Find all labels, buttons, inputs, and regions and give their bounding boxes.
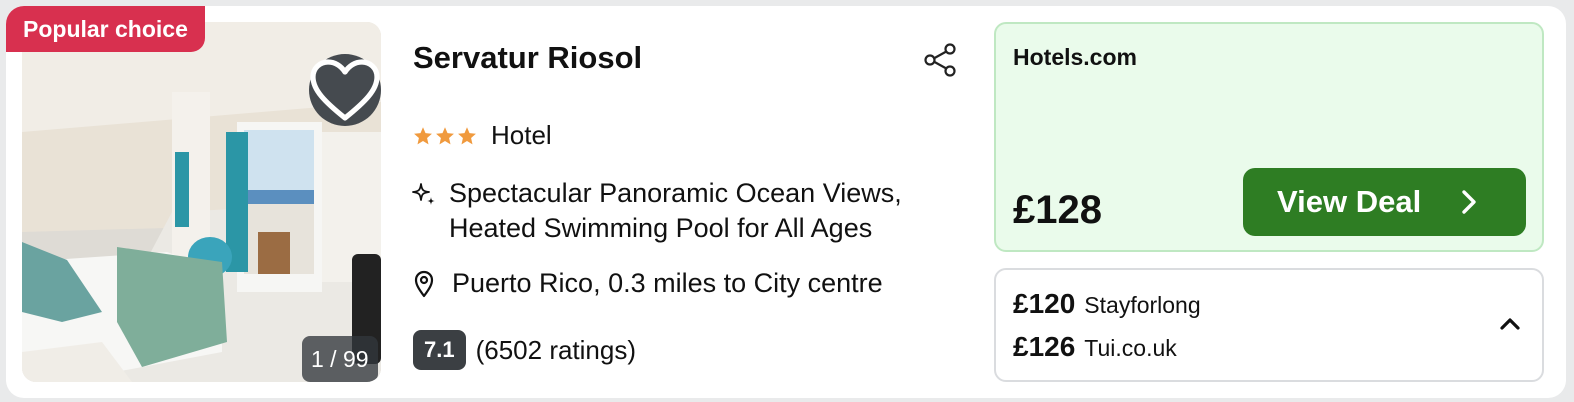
other-deal-provider: Tui.co.uk [1084,335,1177,361]
chevron-up-icon [1500,318,1520,330]
view-deal-button[interactable]: View Deal [1243,168,1526,236]
deal-provider: Hotels.com [1013,44,1137,70]
share-button[interactable] [922,42,958,78]
star-rating-row: Hotel [413,120,552,151]
star-icon [436,126,454,144]
photo-counter[interactable]: 1 / 99 [302,336,378,382]
rating-row[interactable]: 7.1 (6502 ratings) [413,330,636,370]
hotel-name[interactable]: Servatur Riosol [413,40,642,76]
deal-price: £128 [1013,188,1102,232]
highlight-row: Spectacular Panoramic Ocean Views, Heate… [411,176,969,246]
location-row: Puerto Rico, 0.3 miles to City centre [414,268,883,299]
view-deal-label: View Deal [1277,184,1422,219]
star-icon [414,126,432,144]
location-pin-icon [414,270,434,297]
other-deal-row[interactable]: £126 Tui.co.uk [1013,331,1177,363]
other-deal-price: £120 [1013,288,1076,319]
share-icon [924,43,956,77]
other-deals-box[interactable]: £120 Stayforlong £126 Tui.co.uk [994,268,1544,382]
other-deal-price: £126 [1013,331,1076,362]
other-deal-provider: Stayforlong [1084,292,1201,318]
heart-icon [310,59,380,121]
rating-score: 7.1 [413,330,466,370]
hotel-photo[interactable]: 1 / 99 [22,22,381,382]
star-rating [413,126,477,146]
favorite-button[interactable] [309,54,381,126]
accommodation-type: Hotel [491,120,552,150]
popular-choice-badge: Popular choice [6,6,205,52]
other-deal-row[interactable]: £120 Stayforlong [1013,288,1201,320]
main-deal-box[interactable]: Hotels.com £128 View Deal [994,22,1544,252]
chevron-right-icon [1462,190,1476,214]
ratings-count: (6502 ratings) [475,334,637,365]
sparkle-icon [412,183,435,205]
star-icon [458,126,476,144]
hotel-location: Puerto Rico, 0.3 miles to City centre [452,268,883,298]
hotel-card[interactable]: 1 / 99 Popular choice Servatur Riosol Ho… [6,6,1566,398]
collapse-deals-button[interactable] [1496,310,1524,338]
hotel-highlight: Spectacular Panoramic Ocean Views, Heate… [449,178,902,243]
